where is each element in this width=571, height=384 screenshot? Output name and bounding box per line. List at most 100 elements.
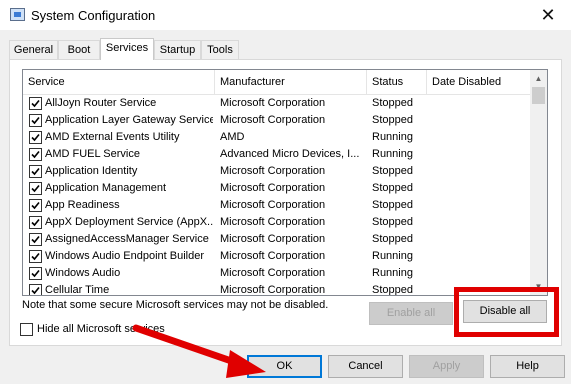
service-name: AppX Deployment Service (AppX... [45, 216, 213, 228]
service-status: Running [372, 267, 413, 279]
table-row[interactable]: AllJoyn Router Service Microsoft Corporat… [23, 95, 531, 112]
check-icon [31, 184, 40, 193]
service-manufacturer: Microsoft Corporation [220, 199, 326, 211]
service-status: Running [372, 131, 413, 143]
service-status: Stopped [372, 233, 413, 245]
service-date-disabled [432, 129, 527, 146]
table-row[interactable]: Windows Audio Endpoint Builder Microsoft … [23, 248, 531, 265]
service-checkbox[interactable] [29, 199, 42, 212]
tab-tools[interactable]: Tools [201, 40, 239, 59]
service-date-disabled [432, 197, 527, 214]
service-manufacturer: AMD [220, 131, 245, 143]
enable-all-button[interactable]: Enable all [369, 302, 453, 325]
service-date-disabled [432, 146, 527, 163]
service-checkbox[interactable] [29, 182, 42, 195]
service-status: Running [372, 250, 413, 262]
vertical-scrollbar[interactable]: ▲ ▼ [530, 70, 547, 295]
close-button[interactable]: ✕ [525, 0, 571, 30]
list-rows: AllJoyn Router Service Microsoft Corporat… [23, 95, 531, 296]
service-name: AllJoyn Router Service [45, 97, 157, 109]
service-date-disabled [432, 163, 527, 180]
check-icon [31, 167, 40, 176]
service-manufacturer: Microsoft Corporation [220, 216, 326, 228]
hide-microsoft-services-checkbox[interactable] [20, 323, 33, 336]
service-status: Stopped [372, 199, 413, 211]
table-row[interactable]: AssignedAccessManager Service Microsoft C… [23, 231, 531, 248]
check-icon [31, 133, 40, 142]
service-name: Windows Audio Endpoint Builder [45, 250, 204, 262]
service-status: Stopped [372, 182, 413, 194]
system-config-icon [10, 8, 25, 21]
service-status: Stopped [372, 114, 413, 126]
services-list[interactable]: Service Manufacturer Status Date Disable… [22, 69, 548, 296]
service-checkbox[interactable] [29, 165, 42, 178]
service-manufacturer: Microsoft Corporation [220, 165, 326, 177]
service-date-disabled [432, 180, 527, 197]
check-icon [31, 252, 40, 261]
secure-services-note: Note that some secure Microsoft services… [22, 299, 329, 311]
service-checkbox[interactable] [29, 148, 42, 161]
help-button[interactable]: Help [490, 355, 565, 378]
service-manufacturer: Microsoft Corporation [220, 233, 326, 245]
service-status: Stopped [372, 216, 413, 228]
column-header-manufacturer[interactable]: Manufacturer [215, 70, 367, 94]
check-icon [31, 150, 40, 159]
service-manufacturer: Microsoft Corporation [220, 250, 326, 262]
check-icon [31, 218, 40, 227]
column-header-service[interactable]: Service [23, 70, 215, 94]
list-header: Service Manufacturer Status Date Disable… [23, 70, 531, 95]
column-header-date-disabled[interactable]: Date Disabled [427, 70, 531, 94]
service-checkbox[interactable] [29, 267, 42, 280]
column-header-status[interactable]: Status [367, 70, 427, 94]
service-manufacturer: Microsoft Corporation [220, 182, 326, 194]
table-row[interactable]: AppX Deployment Service (AppX... Microsof… [23, 214, 531, 231]
service-name: AMD External Events Utility [45, 131, 180, 143]
tab-boot[interactable]: Boot [58, 40, 100, 59]
service-status: Stopped [372, 97, 413, 109]
service-manufacturer: Advanced Micro Devices, I... [220, 148, 360, 160]
service-checkbox[interactable] [29, 250, 42, 263]
service-date-disabled [432, 231, 527, 248]
service-checkbox[interactable] [29, 233, 42, 246]
service-checkbox[interactable] [29, 131, 42, 144]
service-name: Application Identity [45, 165, 138, 177]
service-date-disabled [432, 95, 527, 112]
table-row[interactable]: AMD FUEL Service Advanced Micro Devices, … [23, 146, 531, 163]
service-manufacturer: Microsoft Corporation [220, 97, 326, 109]
check-icon [31, 286, 40, 295]
tab-startup[interactable]: Startup [154, 40, 201, 59]
check-icon [31, 201, 40, 210]
check-icon [31, 116, 40, 125]
service-status: Stopped [372, 165, 413, 177]
service-name: AMD FUEL Service [45, 148, 140, 160]
table-row[interactable]: Application Identity Microsoft Corporatio… [23, 163, 531, 180]
apply-button[interactable]: Apply [409, 355, 484, 378]
service-date-disabled [432, 248, 527, 265]
service-checkbox[interactable] [29, 216, 42, 229]
table-row[interactable]: Windows Audio Microsoft Corporation Runnin… [23, 265, 531, 282]
tab-services[interactable]: Services [100, 38, 154, 60]
scroll-up-icon[interactable]: ▲ [530, 70, 547, 87]
table-row[interactable]: Application Management Microsoft Corporat… [23, 180, 531, 197]
service-checkbox[interactable] [29, 97, 42, 110]
service-date-disabled [432, 112, 527, 129]
window-title: System Configuration [31, 8, 156, 23]
pointer-arrow-icon [132, 324, 266, 378]
table-row[interactable]: App Readiness Microsoft Corporation Stoppe… [23, 197, 531, 214]
table-row[interactable]: Application Layer Gateway Service Microso… [23, 112, 531, 129]
check-icon [31, 235, 40, 244]
title-bar: System Configuration ✕ [0, 0, 571, 30]
service-name: Cellular Time [45, 284, 110, 296]
service-status: Running [372, 148, 413, 160]
service-checkbox[interactable] [29, 284, 42, 295]
service-name: App Readiness [45, 199, 120, 211]
tab-general[interactable]: General [9, 40, 58, 59]
service-checkbox[interactable] [29, 114, 42, 127]
service-manufacturer: Microsoft Corporation [220, 267, 326, 279]
service-name: Windows Audio [45, 267, 121, 279]
cancel-button[interactable]: Cancel [328, 355, 403, 378]
service-name: Application Layer Gateway Service [45, 114, 213, 126]
scrollbar-thumb[interactable] [532, 87, 545, 104]
service-status: Stopped [372, 284, 413, 296]
table-row[interactable]: AMD External Events Utility AMD Running [23, 129, 531, 146]
